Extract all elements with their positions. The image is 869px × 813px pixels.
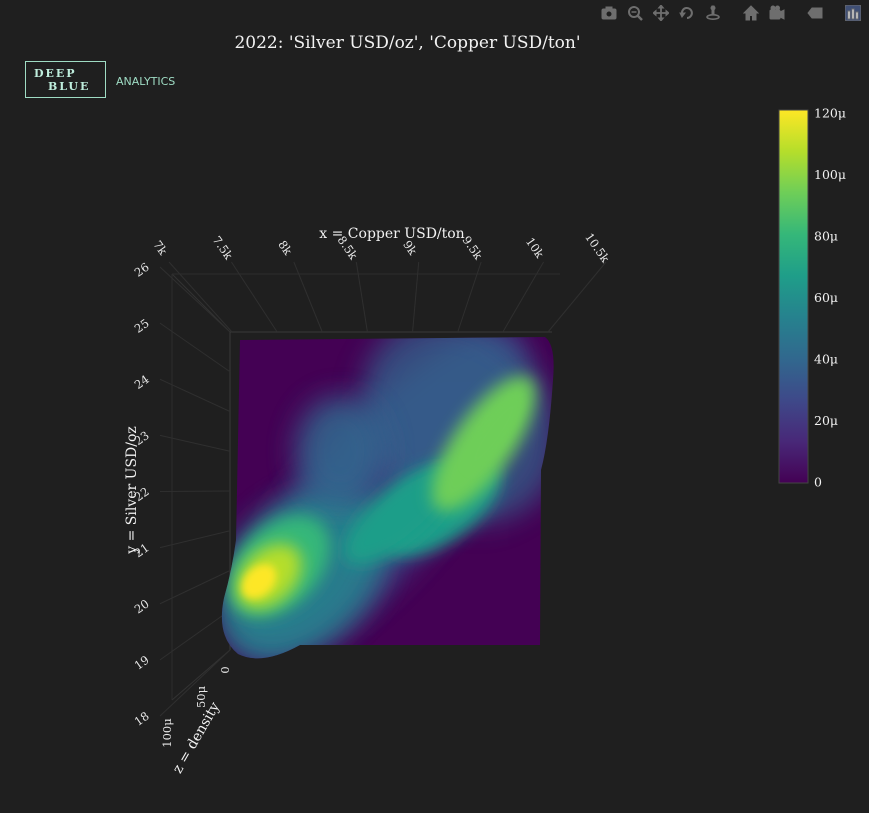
y-tick-label: 26 (132, 260, 152, 280)
density-peak (295, 396, 386, 507)
grid-line (159, 490, 231, 492)
grid-line (231, 261, 278, 333)
grid-line (412, 261, 420, 333)
x-tick-label: 7k (150, 238, 170, 259)
grid-line (168, 261, 233, 333)
colorbar-tick-label: 120μ (814, 106, 846, 121)
colorbar: 120μ 100μ 80μ 60μ 40μ 20μ 0 (778, 106, 846, 490)
grid-line (159, 378, 231, 412)
grid-line (159, 434, 231, 452)
x-tick-label: 7.5k (210, 233, 237, 263)
colorbar-tick-label: 40μ (814, 352, 838, 367)
colorbar-gradient (778, 109, 809, 484)
density-surface[interactable] (180, 278, 600, 701)
grid-line (159, 570, 231, 605)
y-tick-label: 18 (132, 709, 152, 729)
grid-line (293, 261, 323, 333)
z-axis-title: z = density (170, 700, 224, 777)
grid-line (457, 261, 482, 333)
y-tick-label: 20 (132, 597, 152, 617)
z-tick-label: 0 (218, 666, 232, 673)
grid-line (159, 266, 231, 333)
z-tick-label: 100μ (160, 718, 174, 748)
grid-line (547, 261, 607, 333)
y-tick-label: 19 (132, 653, 152, 673)
grid-line (355, 261, 368, 333)
x-tick-label: 8k (275, 238, 295, 259)
x-tick-label: 10.5k (582, 230, 613, 266)
x-axis-title: x = Copper USD/ton (319, 226, 464, 242)
grid-line (159, 322, 231, 373)
colorbar-tick-label: 100μ (814, 167, 846, 182)
y-tick-label: 24 (132, 372, 152, 392)
colorbar-tick-label: 0 (814, 475, 822, 490)
colorbar-tick-label: 20μ (814, 413, 838, 428)
surface-plot[interactable]: 7k 7.5k 8k 8.5k 9k 9.5k 10k 10.5k18192021222324… (0, 0, 869, 813)
y-axis-title: y = Silver USD/oz (124, 426, 140, 555)
colorbar-tick-label: 60μ (814, 290, 838, 305)
y-tick-label: 25 (132, 316, 152, 336)
grid-line (159, 609, 231, 661)
grid-line (159, 530, 231, 549)
colorbar-tick-label: 80μ (814, 229, 838, 244)
x-tick-label: 10k (523, 235, 547, 262)
grid-line (502, 261, 545, 333)
